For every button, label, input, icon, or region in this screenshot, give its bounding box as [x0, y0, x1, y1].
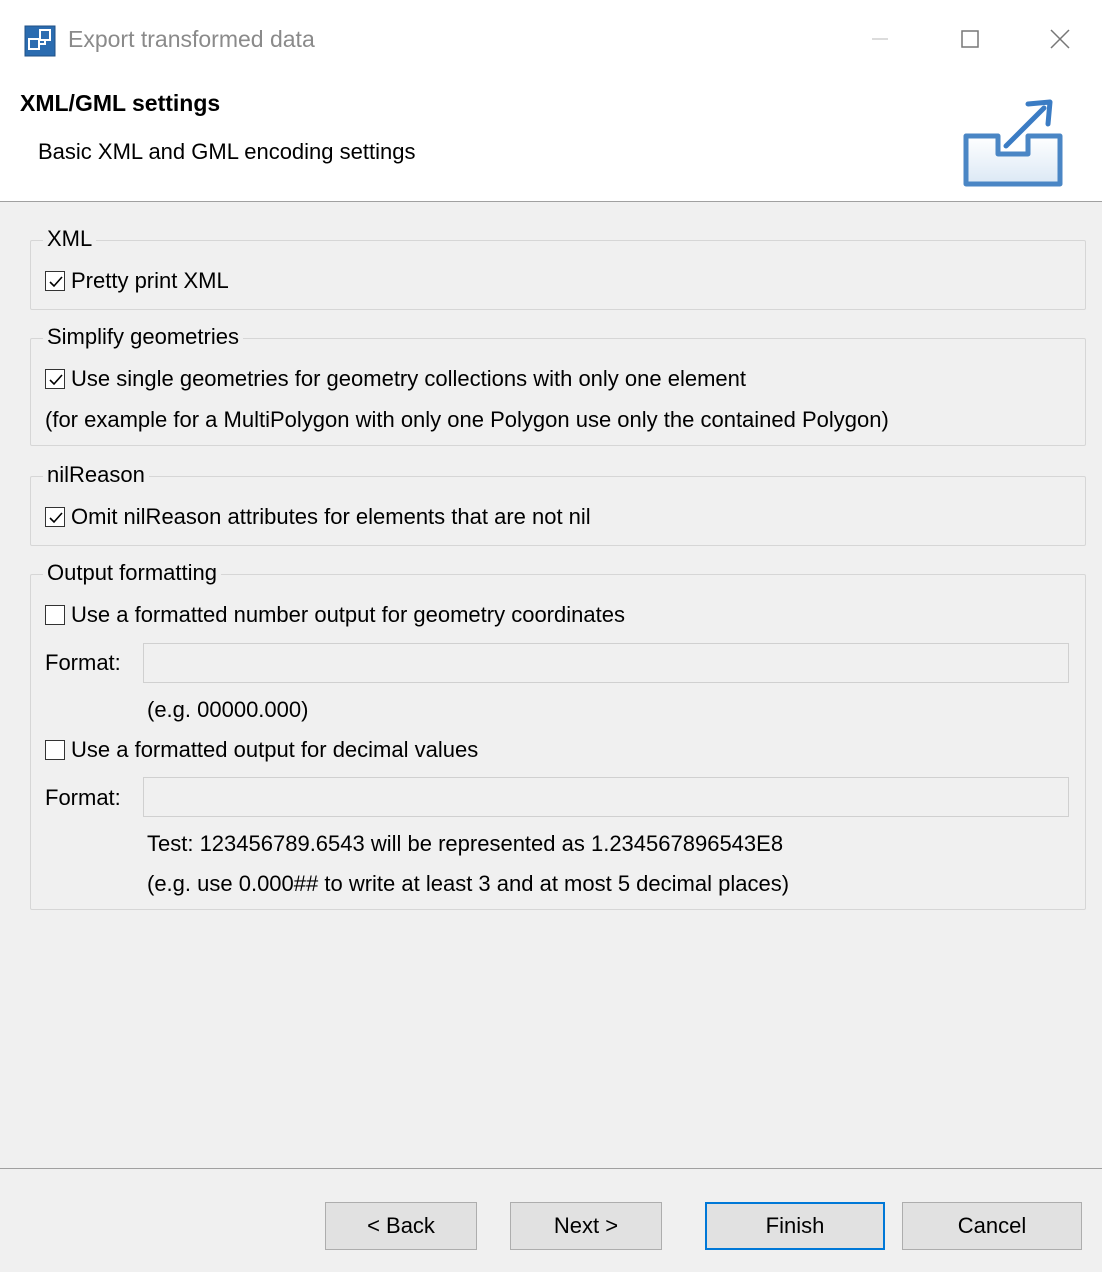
decimal-format-field-label: Format:: [45, 785, 121, 810]
next-button[interactable]: Next >: [510, 1202, 662, 1250]
group-xml: XML Pretty print XML: [30, 224, 1086, 310]
window-title: Export transformed data: [68, 26, 315, 52]
footer-separator: [0, 1168, 1102, 1169]
decimal-format-example: (e.g. use 0.000## to write at least 3 an…: [147, 871, 790, 896]
page-description: Basic XML and GML encoding settings: [38, 139, 416, 164]
maximize-icon: [961, 30, 979, 48]
checkbox-box[interactable]: [45, 740, 65, 760]
back-button[interactable]: < Back: [325, 1202, 477, 1250]
export-icon: [958, 92, 1070, 188]
cancel-button[interactable]: Cancel: [902, 1202, 1082, 1250]
pretty-print-label: Pretty print XML: [71, 268, 229, 293]
decimal-format-test: Test: 123456789.6543 will be represented…: [147, 831, 784, 856]
title-bar: Export transformed data: [0, 0, 1102, 78]
coord-format-field-label: Format:: [45, 650, 121, 675]
wizard-content: XML Pretty print XML Simplify geometries…: [0, 202, 1102, 1170]
minimize-button[interactable]: [844, 14, 916, 64]
omit-nilreason-label: Omit nilReason attributes for elements t…: [71, 504, 591, 529]
single-geometries-checkbox[interactable]: Use single geometries for geometry colle…: [45, 364, 746, 394]
group-nilreason: nilReason Omit nilReason attributes for …: [30, 460, 1086, 546]
pretty-print-checkbox[interactable]: Pretty print XML: [45, 266, 229, 296]
close-button[interactable]: [1024, 14, 1096, 64]
decimal-format-label: Use a formatted output for decimal value…: [71, 737, 479, 762]
decimal-format-checkbox[interactable]: Use a formatted output for decimal value…: [45, 735, 478, 765]
group-legend-output: Output formatting: [43, 558, 221, 588]
checkmark-icon: [49, 512, 63, 524]
maximize-button[interactable]: [934, 14, 1006, 64]
page-title: XML/GML settings: [20, 90, 221, 116]
checkbox-box[interactable]: [45, 271, 65, 291]
coord-format-checkbox[interactable]: Use a formatted number output for geomet…: [45, 600, 625, 630]
checkbox-box[interactable]: [45, 507, 65, 527]
group-legend-xml: XML: [43, 224, 97, 254]
single-geometries-label: Use single geometries for geometry colle…: [71, 366, 746, 391]
checkmark-icon: [49, 374, 63, 386]
decimal-format-input[interactable]: [143, 777, 1069, 817]
omit-nilreason-checkbox[interactable]: Omit nilReason attributes for elements t…: [45, 502, 591, 532]
finish-button[interactable]: Finish: [705, 1202, 885, 1250]
wizard-header: XML/GML settings Basic XML and GML encod…: [0, 78, 1102, 202]
app-icon: [24, 25, 56, 57]
checkbox-box[interactable]: [45, 369, 65, 389]
group-legend-nilreason: nilReason: [43, 460, 149, 490]
group-output-formatting: Output formatting Use a formatted number…: [30, 558, 1086, 910]
simplify-note: (for example for a MultiPolygon with onl…: [45, 407, 889, 432]
coord-format-input[interactable]: [143, 643, 1069, 683]
coord-format-example: (e.g. 00000.000): [147, 697, 309, 722]
group-simplify-geometries: Simplify geometries Use single geometrie…: [30, 322, 1086, 446]
coord-format-label: Use a formatted number output for geomet…: [71, 602, 625, 627]
checkbox-box[interactable]: [45, 605, 65, 625]
group-legend-simplify: Simplify geometries: [43, 322, 243, 352]
checkmark-icon: [49, 276, 63, 288]
minimize-icon: [872, 38, 888, 40]
close-icon: [1050, 29, 1070, 49]
